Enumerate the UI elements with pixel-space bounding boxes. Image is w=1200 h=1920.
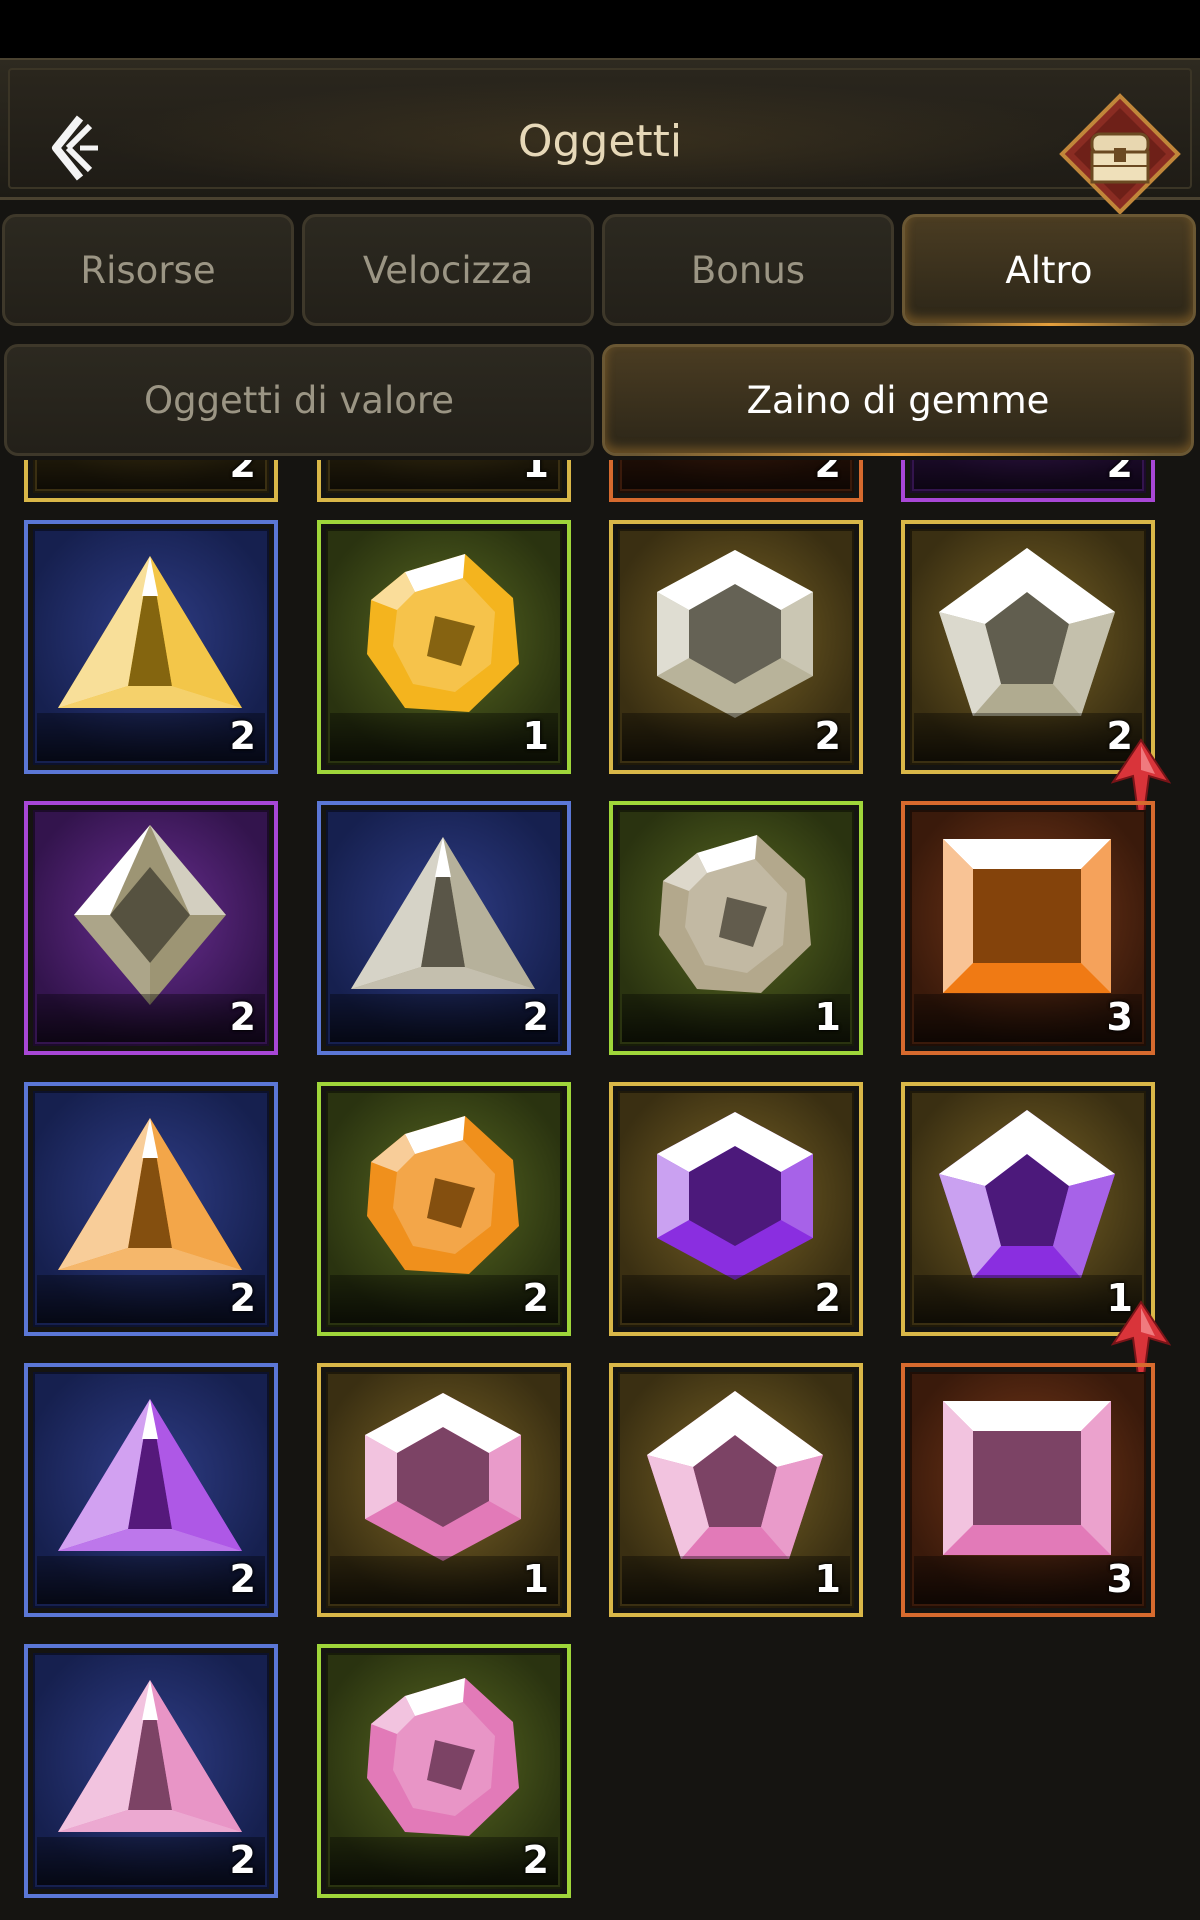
gem-quantity: 2 [522, 1838, 549, 1882]
gem-tile[interactable]: 2 [609, 520, 863, 774]
gem-icon-pentagon [939, 548, 1115, 716]
gem-icon-hexagon [657, 550, 813, 718]
gem-icon-hexagon [365, 1393, 521, 1561]
gem-tile-partial[interactable]: 1 [317, 460, 571, 502]
subtab-label: Oggetti di valore [143, 378, 455, 422]
gem-tile[interactable]: 1 [609, 1363, 863, 1617]
gem-tile[interactable]: 2 [317, 1644, 571, 1898]
gem-quantity: 1 [522, 1557, 549, 1601]
gem-quantity: 2 [229, 1838, 256, 1882]
header-panel: Oggetti [8, 68, 1192, 215]
gem-tile[interactable]: 2 [901, 520, 1155, 774]
sub-tabs: Oggetti di valore Zaino di gemme [0, 344, 1200, 456]
tab-label: Velocizza [362, 248, 534, 292]
gem-tile[interactable]: 2 [24, 520, 278, 774]
gem-icon-triangle [351, 837, 535, 989]
gem-quantity: 2 [229, 1557, 256, 1601]
gem-quantity: 2 [229, 1276, 256, 1320]
gem-tile[interactable]: 2 [609, 1082, 863, 1336]
status-bar [0, 0, 1200, 58]
gem-icon-diamond [74, 825, 226, 1005]
gem-tile[interactable]: 3 [901, 1363, 1155, 1617]
gem-quantity: 2 [814, 460, 841, 486]
tab-bonus[interactable]: Bonus [602, 214, 894, 326]
subtab-oggetti-di-valore[interactable]: Oggetti di valore [4, 344, 594, 456]
gem-quantity: 2 [522, 1276, 549, 1320]
gem-tile[interactable]: 2 [317, 801, 571, 1055]
page-title: Oggetti [517, 116, 683, 167]
gem-icon-square [943, 839, 1111, 993]
gem-quantity: 1 [814, 995, 841, 1039]
gem-icon-triangle [58, 1118, 242, 1270]
gem-tile[interactable]: 1 [317, 520, 571, 774]
gem-tile[interactable]: 2 [317, 1082, 571, 1336]
gem-icon-rough [367, 554, 519, 712]
gem-quantity: 2 [1106, 460, 1133, 486]
subtab-label: Zaino di gemme [746, 378, 1050, 422]
gem-quantity: 2 [814, 1276, 841, 1320]
tab-altro[interactable]: Altro [902, 214, 1196, 326]
tab-label: Risorse [80, 248, 216, 292]
gem-quantity: 3 [1106, 1557, 1133, 1601]
gem-icon-pentagon [647, 1391, 823, 1559]
gem-icon-rough [367, 1678, 519, 1836]
gem-tile-partial[interactable]: 2 [901, 460, 1155, 502]
tab-label: Altro [1005, 248, 1093, 292]
subtab-zaino-di-gemme[interactable]: Zaino di gemme [602, 344, 1194, 456]
gem-quantity: 2 [522, 995, 549, 1039]
gem-tile-partial[interactable]: 2 [609, 460, 863, 502]
gem-icon-pentagon [939, 1110, 1115, 1278]
header-bar: Oggetti [0, 58, 1200, 215]
gem-icon-rough [367, 1116, 519, 1274]
gem-icon-rough [659, 835, 811, 993]
chest-button[interactable] [1058, 92, 1182, 216]
gem-quantity: 2 [814, 714, 841, 758]
gem-tile[interactable]: 2 [24, 1082, 278, 1336]
tab-label: Bonus [690, 248, 806, 292]
gem-tile[interactable]: 3 [901, 801, 1155, 1055]
gem-quantity: 2 [229, 714, 256, 758]
gem-tile[interactable]: 1 [317, 1363, 571, 1617]
gem-icon-square [943, 1401, 1111, 1555]
gem-quantity: 3 [1106, 995, 1133, 1039]
gem-tile[interactable]: 2 [24, 801, 278, 1055]
gem-quantity: 1 [522, 714, 549, 758]
gem-quantity: 2 [229, 995, 256, 1039]
gem-tile[interactable]: 1 [609, 801, 863, 1055]
gem-tile-partial[interactable]: 2 [24, 460, 278, 502]
gem-icon-triangle [58, 1680, 242, 1832]
gem-icon-hexagon [657, 1112, 813, 1280]
gem-quantity: 2 [229, 460, 256, 486]
gem-quantity: 1 [522, 460, 549, 486]
gem-quantity: 1 [814, 1557, 841, 1601]
gem-tile[interactable]: 1 [901, 1082, 1155, 1336]
tab-velocizza[interactable]: Velocizza [302, 214, 594, 326]
gem-tile[interactable]: 2 [24, 1363, 278, 1617]
gem-icon-triangle [58, 1399, 242, 1551]
category-tabs: Risorse Velocizza Bonus Altro [0, 214, 1200, 326]
gem-grid: 2 1 2 2 2 1 2 2 2 2 1 3 2 2 2 1 2 1 1 3 2 2 [0, 460, 1200, 1920]
treasure-chest-icon [1059, 93, 1181, 215]
tab-risorse[interactable]: Risorse [2, 214, 294, 326]
gem-tile[interactable]: 2 [24, 1644, 278, 1898]
gem-icon-triangle [58, 556, 242, 708]
